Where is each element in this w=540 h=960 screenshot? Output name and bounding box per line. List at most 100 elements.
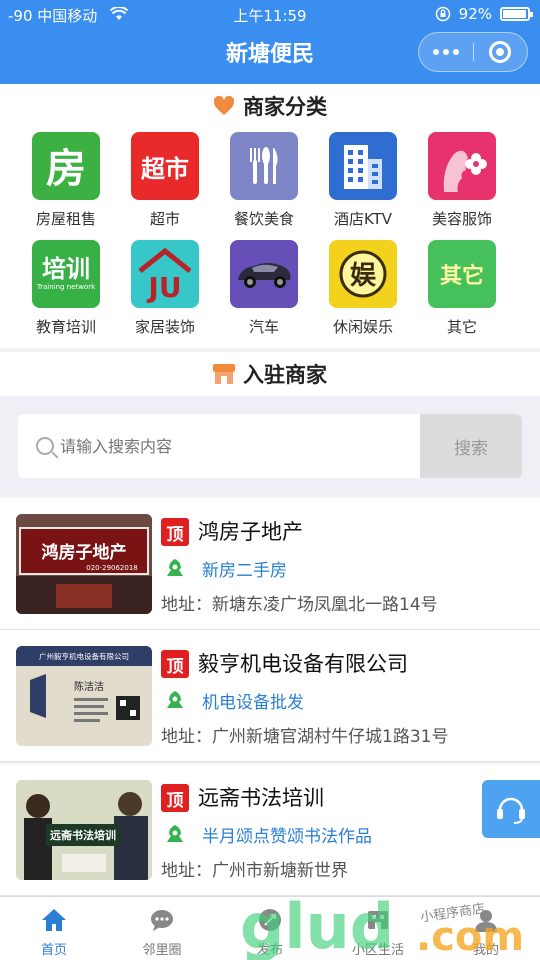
category-grid: 房 房屋租售 超市 超市 餐饮美食 酒店KTV 美容服饰 培训 Training… [0,126,540,348]
merchants-title: 入驻商家 [243,363,327,387]
top-badge: 顶 [161,518,189,546]
more-dots-icon [432,49,459,55]
merchant-photo: 鸿房子地产 020-29062018 [16,514,152,614]
category-label: 家居装饰 [134,318,195,336]
svg-text:020-29062018: 020-29062018 [86,564,138,572]
more-menu-button[interactable] [419,33,473,71]
tab-label: 小区生活 [351,943,404,958]
shop-icon [213,364,235,384]
publish-icon [259,909,281,931]
category-real-estate[interactable]: 房 房屋租售 [16,132,116,229]
merchant-item[interactable]: 远斋书法培训 顶 远斋书法培训 半月颂点赞颂书法作品 地址：广州市新塘新世界 [0,764,540,896]
category-dining[interactable]: 餐饮美食 [214,132,314,229]
category-auto[interactable]: 汽车 [214,240,314,337]
search-input[interactable] [60,436,400,456]
tab-community[interactable]: 小区生活 [324,897,432,960]
tag-icon [167,825,183,842]
category-hotel-ktv[interactable]: 酒店KTV [313,132,413,229]
search-area: 搜索 [0,396,540,494]
merchant-photo: 广州毅亨机电设备有限公司 陈洁洁 [16,646,152,746]
tab-label: 发布 [256,943,283,958]
headset-icon [497,797,525,824]
training-icon: 培训 Training network [32,240,100,308]
community-icon [368,911,388,929]
merchants-header: 入驻商家 [0,352,540,396]
svg-text:JU: JU [146,271,181,303]
tab-neighborhood[interactable]: 邻里圈 [108,897,216,960]
category-leisure[interactable]: 娱 休闲娱乐 [313,240,413,337]
home-icon [42,909,66,931]
other-icon: 其它 [428,240,496,308]
home-decor-icon: JU [131,240,199,308]
bottom-tab-bar: 首页 邻里圈 发布 小区生活 我的 [0,896,540,960]
car-icon [230,240,298,308]
top-badge: 顶 [161,784,189,812]
search-icon [36,437,54,455]
svg-text:陈洁洁: 陈洁洁 [74,680,104,693]
category-label: 超市 [149,210,180,228]
category-label: 其它 [446,318,477,336]
customer-service-button[interactable] [482,780,540,838]
tab-label: 首页 [40,943,67,958]
svg-text:娱: 娱 [350,261,377,291]
training-glyph: 培训 [42,255,90,283]
user-icon [475,910,497,932]
supermarket-glyph: 超市 [141,154,189,183]
merchant-name: 远斋书法培训 [198,786,324,810]
chat-icon [151,910,173,931]
merchant-category: 机电设备批发 [202,693,304,713]
svg-text:鸿房子地产: 鸿房子地产 [42,542,127,563]
tag-icon [167,691,183,708]
close-miniprogram-button[interactable] [474,33,528,71]
category-other[interactable]: 其它 其它 [412,240,512,337]
merchant-address: 地址：新塘东凌广场凤凰北一路14号 [161,595,438,615]
status-bar: -90 中国移动 上午11:59 92% [0,0,540,30]
top-badge: 顶 [161,650,189,678]
merchant-name: 鸿房子地产 [198,520,303,544]
merchant-item[interactable]: 广州毅亨机电设备有限公司 陈洁洁 顶 毅亨机电设备有限公司 机电设备批发 地址：… [0,630,540,762]
categories-header: 商家分类 [0,84,540,128]
tab-label: 我的 [472,943,499,958]
categories-title: 商家分类 [243,95,327,119]
svg-text:房: 房 [46,146,86,192]
category-home-decor[interactable]: JU 家居装饰 [115,240,215,337]
rotation-lock-icon [435,6,450,22]
target-circle-icon [489,41,512,63]
entertainment-icon: 娱 [329,240,397,308]
category-beauty[interactable]: 美容服饰 [412,132,512,229]
face-flower-icon [428,132,496,200]
merchant-photo: 远斋书法培训 [16,780,152,880]
cutlery-icon [230,132,298,200]
category-education[interactable]: 培训 Training network 教育培训 [16,240,116,337]
tab-mine[interactable]: 我的 [432,897,540,960]
tag-icon [167,559,183,576]
merchant-category: 半月颂点赞颂书法作品 [202,827,372,847]
top-bar: -90 中国移动 上午11:59 92% 新塘便民 [0,0,540,84]
house-icon: 房 [32,132,100,200]
svg-text:远斋书法培训: 远斋书法培训 [50,828,116,842]
supermarket-icon: 超市 [131,132,199,200]
tab-publish[interactable]: 发布 [216,897,324,960]
tab-label: 邻里圈 [142,943,182,958]
category-label: 休闲娱乐 [332,318,393,336]
category-label: 酒店KTV [333,210,393,228]
battery-icon [500,7,533,21]
building-icon [329,132,397,200]
category-label: 餐饮美食 [233,210,294,228]
category-label: 汽车 [248,318,279,336]
merchant-category: 新房二手房 [202,561,287,581]
svg-text:广州毅亨机电设备有限公司: 广州毅亨机电设备有限公司 [39,651,129,661]
category-supermarket[interactable]: 超市 超市 [115,132,215,229]
heart-icon [213,96,235,115]
merchant-address: 地址：广州市新塘新世界 [161,861,348,881]
merchant-item[interactable]: 鸿房子地产 020-29062018 顶 鸿房子地产 新房二手房 地址：新塘东凌… [0,498,540,630]
miniprogram-capsule [418,32,528,72]
tab-home[interactable]: 首页 [0,897,108,960]
merchant-name: 毅亨机电设备有限公司 [198,652,408,676]
search-button[interactable]: 搜索 [420,414,522,478]
category-label: 美容服饰 [431,210,492,228]
battery-percent: 92% [458,5,492,23]
category-label: 教育培训 [35,318,96,336]
merchant-address: 地址：广州新塘官湖村牛仔城1路31号 [161,727,449,747]
search-box [18,414,420,478]
